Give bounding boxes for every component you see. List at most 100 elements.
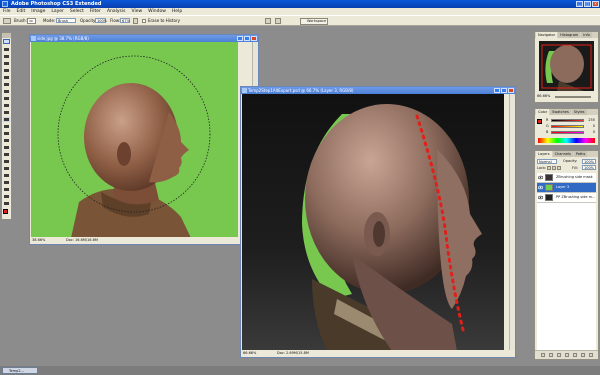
tab-histogram[interactable]: Histogram — [558, 32, 581, 38]
workspace-button[interactable]: Workspace — [300, 18, 328, 25]
clone-stamp-tool-icon[interactable] — [3, 103, 10, 108]
vertical-scrollbar-temp[interactable] — [509, 94, 515, 351]
channel-b-slider[interactable] — [551, 131, 584, 134]
blur-tool-icon[interactable] — [3, 131, 10, 136]
opacity-field[interactable]: 100% — [95, 18, 107, 23]
eraser-tool-icon[interactable] — [3, 117, 10, 122]
flow-field[interactable]: 67% — [120, 18, 130, 23]
taskbar-document-item[interactable]: Temp2... — [2, 367, 38, 374]
layer-opacity-field[interactable]: 100% — [582, 159, 596, 164]
new-group-icon[interactable] — [573, 353, 577, 357]
notes-tool-icon[interactable] — [3, 180, 10, 185]
menu-view[interactable]: View — [131, 8, 142, 15]
menu-layer[interactable]: Layer — [51, 8, 64, 15]
menu-file[interactable]: File — [3, 8, 11, 15]
brush-palette-icon[interactable] — [265, 18, 271, 24]
new-layer-icon[interactable] — [581, 353, 585, 357]
tab-info[interactable]: Info — [581, 32, 592, 38]
tab-paths[interactable]: Paths — [573, 151, 588, 157]
hand-tool-icon[interactable] — [3, 194, 10, 199]
trash-icon[interactable] — [589, 353, 593, 357]
visibility-eye-icon[interactable] — [537, 195, 544, 200]
visibility-eye-icon[interactable] — [537, 175, 544, 180]
color-spectrum-bar[interactable] — [538, 138, 595, 143]
menu-image[interactable]: Image — [31, 8, 45, 15]
3d-rotate-tool-icon[interactable] — [3, 173, 10, 178]
mode-select[interactable]: Brush — [56, 18, 76, 23]
doc2-minimize-button[interactable] — [494, 88, 500, 93]
zoom-level-temp[interactable]: 66.66% — [243, 350, 256, 357]
doc2-close-button[interactable] — [508, 88, 514, 93]
menu-window[interactable]: Window — [148, 8, 166, 15]
menu-edit[interactable]: Edit — [17, 8, 26, 15]
healing-brush-tool-icon[interactable] — [3, 89, 10, 94]
fill-field[interactable]: 100% — [582, 165, 596, 170]
type-tool-icon[interactable] — [3, 152, 10, 157]
menu-select[interactable]: Select — [70, 8, 84, 15]
eyedropper-tool-icon[interactable] — [3, 187, 10, 192]
history-brush-tool-icon[interactable] — [3, 110, 10, 115]
brush-picker[interactable]: 30 — [27, 18, 36, 24]
minimize-button[interactable]: _ — [576, 1, 583, 7]
tablet-pressure-icon[interactable] — [275, 18, 281, 24]
navigator-zoom-slider[interactable] — [555, 96, 591, 98]
gradient-tool-icon[interactable] — [3, 124, 10, 129]
foreground-color-swatch[interactable] — [3, 209, 8, 214]
move-tool-icon[interactable] — [3, 47, 10, 52]
dodge-tool-icon[interactable] — [3, 138, 10, 143]
marquee-tool-icon[interactable] — [3, 54, 10, 59]
airbrush-icon[interactable] — [133, 18, 138, 24]
tab-styles[interactable]: Styles — [571, 109, 587, 115]
lock-pixels-icon[interactable] — [552, 166, 556, 170]
maximize-button[interactable]: □ — [584, 1, 591, 7]
tab-layers[interactable]: Layers — [536, 151, 552, 157]
pen-tool-icon[interactable] — [3, 145, 10, 150]
lock-transparency-icon[interactable] — [547, 166, 551, 170]
channel-g-slider[interactable] — [551, 125, 584, 128]
magic-wand-tool-icon[interactable] — [3, 68, 10, 73]
navigator-preview[interactable] — [539, 41, 594, 91]
brush-tool-icon[interactable] — [3, 96, 10, 101]
doc2-maximize-button[interactable] — [501, 88, 507, 93]
canvas-side-photo[interactable] — [31, 42, 238, 238]
channel-b-value[interactable]: 0 — [593, 130, 595, 134]
close-button[interactable]: × — [592, 1, 599, 7]
color-foreground-swatch[interactable] — [537, 119, 542, 124]
visibility-eye-icon[interactable] — [537, 185, 544, 190]
lock-position-icon[interactable] — [557, 166, 561, 170]
crop-tool-icon[interactable] — [3, 75, 10, 80]
layer-row[interactable]: ZBrushing side mask — [537, 173, 596, 183]
channel-g-value[interactable]: 0 — [593, 124, 595, 128]
erase-history-checkbox[interactable] — [142, 19, 146, 23]
layer-row[interactable]: PP ZBrushing side m... — [537, 193, 596, 203]
path-selection-tool-icon[interactable] — [3, 159, 10, 164]
lasso-tool-icon[interactable] — [3, 61, 10, 66]
slice-tool-icon[interactable] — [3, 82, 10, 87]
tab-channels[interactable]: Channels — [552, 151, 573, 157]
eraser-tool-preset-icon[interactable] — [3, 18, 11, 24]
zoom-tool-icon[interactable] — [3, 201, 10, 206]
canvas-zbrush-render[interactable] — [242, 94, 504, 351]
doc-close-button[interactable] — [251, 36, 257, 41]
tab-navigator[interactable]: Navigator — [536, 32, 558, 38]
layer-style-icon[interactable] — [549, 353, 553, 357]
channel-r-value[interactable]: 255 — [588, 118, 595, 122]
tab-color[interactable]: Color — [536, 109, 550, 115]
menu-bar: File Edit Image Layer Select Filter Anal… — [0, 8, 600, 15]
layer-mask-icon[interactable] — [557, 353, 561, 357]
menu-analysis[interactable]: Analysis — [107, 8, 126, 15]
tab-swatches[interactable]: Swatches — [550, 109, 571, 115]
channel-r-slider[interactable] — [551, 119, 584, 122]
blend-mode-select[interactable]: Normal — [537, 159, 557, 164]
adjustment-layer-icon[interactable] — [565, 353, 569, 357]
link-layers-icon[interactable] — [541, 353, 545, 357]
menu-help[interactable]: Help — [172, 8, 182, 15]
doc-minimize-button[interactable] — [237, 36, 243, 41]
photoshop-logo-icon[interactable] — [3, 39, 10, 44]
layer-row-selected[interactable]: Layer 3 — [537, 183, 596, 193]
doc-maximize-button[interactable] — [244, 36, 250, 41]
menu-filter[interactable]: Filter — [90, 8, 101, 15]
shape-tool-icon[interactable] — [3, 166, 10, 171]
navigator-zoom[interactable]: 66.66% — [537, 94, 550, 98]
zoom-level[interactable]: 38.66% — [32, 237, 45, 244]
